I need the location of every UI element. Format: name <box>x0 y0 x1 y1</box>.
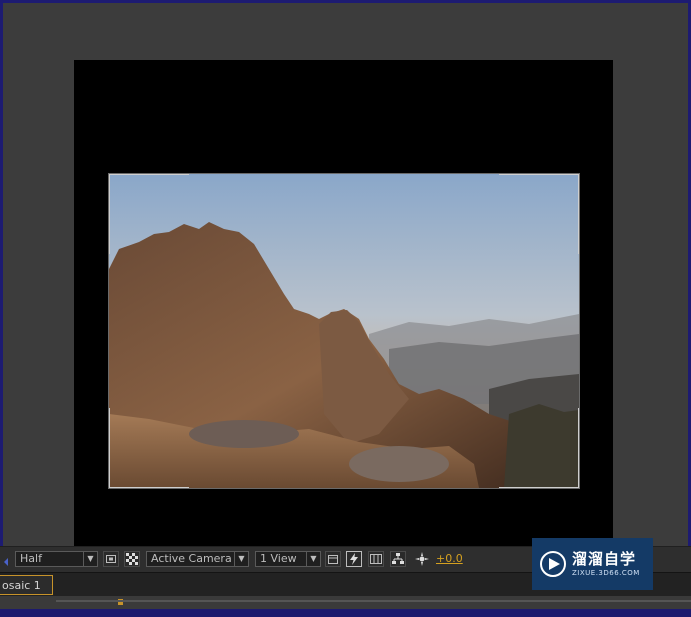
timeline-strip[interactable] <box>0 596 691 609</box>
mountain-photo <box>109 174 579 488</box>
watermark-brand: 溜溜自学 <box>572 550 637 568</box>
checkerboard-icon <box>126 553 138 565</box>
composition-tab-label: osaic 1 <box>2 579 41 592</box>
region-icon <box>106 555 116 563</box>
resolution-value: Half <box>20 552 42 565</box>
layer-corner-marker <box>109 174 189 175</box>
transparency-grid-button[interactable] <box>124 551 140 567</box>
resolution-dropdown[interactable]: Half ▼ <box>15 551 98 567</box>
layer-corner-marker <box>578 408 579 488</box>
play-logo-icon <box>540 551 566 577</box>
fast-previews-button[interactable] <box>346 551 362 567</box>
layer-corner-marker <box>109 174 110 254</box>
layer-corner-marker <box>499 487 579 488</box>
view-layout-value: 1 View <box>260 552 297 565</box>
pixel-aspect-icon <box>328 555 338 564</box>
flowchart-button[interactable] <box>390 551 406 567</box>
layer-corner-marker <box>109 408 110 488</box>
magnification-icon[interactable] <box>2 551 12 567</box>
timeline-button[interactable] <box>368 551 384 567</box>
composition-tab[interactable]: osaic 1 × <box>0 575 53 612</box>
chevron-down-icon: ▼ <box>234 552 248 566</box>
toggle-pixel-aspect-button[interactable] <box>325 551 341 567</box>
flowchart-icon <box>392 553 404 564</box>
layer-corner-marker <box>109 487 189 488</box>
mountain-photo-layer[interactable] <box>108 173 580 489</box>
reset-exposure-button[interactable] <box>414 551 430 567</box>
watermark-url: ZIXUE.3D66.COM <box>572 569 640 577</box>
layer-corner-marker <box>499 174 579 175</box>
lightning-icon <box>350 553 358 565</box>
chevron-down-icon: ▼ <box>306 552 320 566</box>
exposure-value[interactable]: +0.0 <box>436 551 466 567</box>
chevron-down-icon: ▼ <box>83 552 97 566</box>
watermark-logo: 溜溜自学 ZIXUE.3D66.COM <box>532 538 653 590</box>
view-layout-dropdown[interactable]: 1 View ▼ <box>255 551 321 567</box>
active-camera-dropdown[interactable]: Active Camera ▼ <box>146 551 249 567</box>
region-of-interest-button[interactable] <box>103 551 119 567</box>
exposure-icon <box>415 552 429 566</box>
camera-value: Active Camera <box>151 552 232 565</box>
composition-viewer[interactable] <box>3 3 688 546</box>
timeline-ruler <box>56 600 691 602</box>
timeline-icon <box>370 554 382 564</box>
layer-corner-marker <box>578 174 579 254</box>
